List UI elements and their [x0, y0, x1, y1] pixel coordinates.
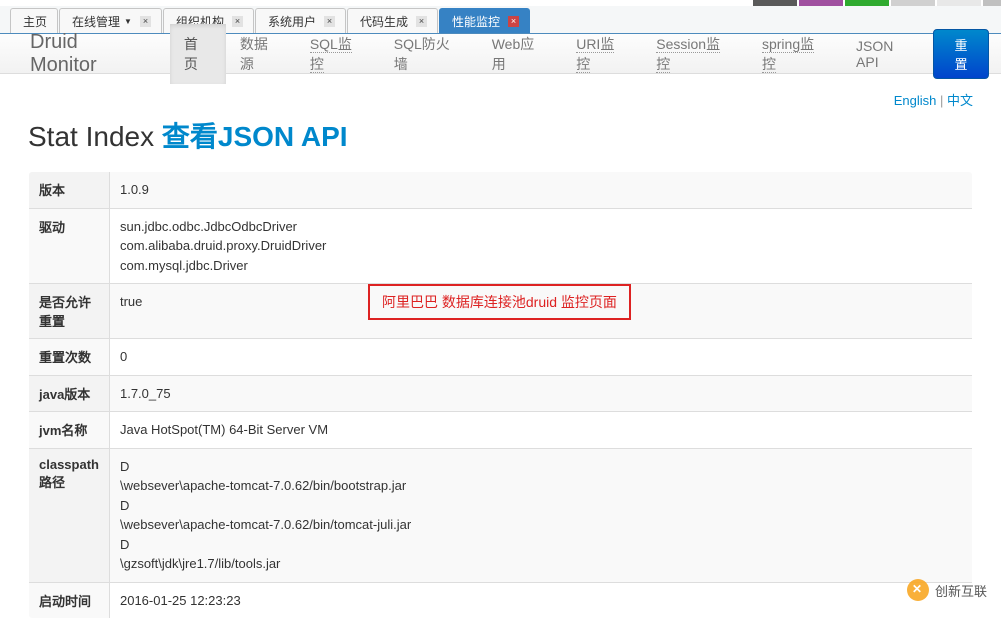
tab-label: 在线管理: [72, 13, 120, 30]
table-row: 启动时间2016-01-25 12:23:23: [29, 582, 973, 619]
row-key: jvm名称: [29, 412, 110, 449]
tab-online-manage[interactable]: 在线管理 ▼ ×: [59, 8, 162, 33]
watermark: 创新互联: [907, 579, 987, 601]
row-value: 0: [109, 339, 972, 376]
nav-uri-monitor[interactable]: URI监控: [562, 24, 642, 84]
annotation-callout: 阿里巴巴 数据库连接池druid 监控页面: [368, 284, 631, 320]
row-value: Java HotSpot(TM) 64-Bit Server VM: [109, 412, 972, 449]
row-key: 是否允许重置: [29, 284, 110, 339]
table-row: jvm名称Java HotSpot(TM) 64-Bit Server VM: [29, 412, 973, 449]
tab-label: 主页: [23, 13, 47, 30]
lang-english[interactable]: English: [894, 93, 937, 108]
row-value: sun.jdbc.odbc.JdbcOdbcDriver com.alibaba…: [109, 208, 972, 284]
table-row: 版本1.0.9: [29, 172, 973, 209]
reset-button[interactable]: 重置: [933, 29, 989, 79]
row-value: 2016-01-25 12:23:23: [109, 582, 972, 619]
brand: Druid Monitor: [30, 31, 150, 77]
nav-json-api[interactable]: JSON API: [842, 28, 933, 80]
stat-table: 版本1.0.9驱动sun.jdbc.odbc.JdbcOdbcDriver co…: [28, 171, 973, 619]
row-key: java版本: [29, 375, 110, 412]
row-key: classpath路径: [29, 448, 110, 582]
table-row: java版本1.7.0_75: [29, 375, 973, 412]
page-title: Stat Index 查看JSON API: [28, 115, 973, 155]
lang-chinese[interactable]: 中文: [947, 93, 973, 108]
nav-spring-monitor[interactable]: spring监控: [748, 24, 842, 84]
table-row: 重置次数0: [29, 339, 973, 376]
row-key: 启动时间: [29, 582, 110, 619]
tab-home[interactable]: 主页: [10, 8, 58, 33]
row-key: 重置次数: [29, 339, 110, 376]
chevron-down-icon: ▼: [124, 17, 132, 26]
watermark-logo-icon: [907, 579, 929, 601]
row-value: D \websever\apache-tomcat-7.0.62/bin/boo…: [109, 448, 972, 582]
nav-sql-firewall[interactable]: SQL防火墙: [380, 24, 478, 84]
nav-session-monitor[interactable]: Session监控: [642, 24, 748, 84]
lang-sep: |: [936, 93, 947, 108]
watermark-text: 创新互联: [935, 581, 987, 600]
content: English | 中文 Stat Index 查看JSON API 版本1.0…: [0, 74, 1001, 619]
table-row: classpath路径D \websever\apache-tomcat-7.0…: [29, 448, 973, 582]
navbar: Druid Monitor 首页 数据源 SQL监控 SQL防火墙 Web应用 …: [0, 34, 1001, 74]
row-value: 1.0.9: [109, 172, 972, 209]
view-json-api-link[interactable]: 查看JSON API: [162, 121, 348, 152]
row-key: 版本: [29, 172, 110, 209]
nav-webapp[interactable]: Web应用: [478, 24, 562, 84]
row-key: 驱动: [29, 208, 110, 284]
language-switch: English | 中文: [28, 90, 973, 109]
table-row: 驱动sun.jdbc.odbc.JdbcOdbcDriver com.aliba…: [29, 208, 973, 284]
close-icon[interactable]: ×: [140, 16, 151, 27]
nav-sql-monitor[interactable]: SQL监控: [296, 24, 380, 84]
nav-home[interactable]: 首页: [170, 24, 226, 84]
title-text: Stat Index: [28, 121, 162, 152]
nav-datasource[interactable]: 数据源: [226, 24, 296, 84]
row-value: 1.7.0_75: [109, 375, 972, 412]
